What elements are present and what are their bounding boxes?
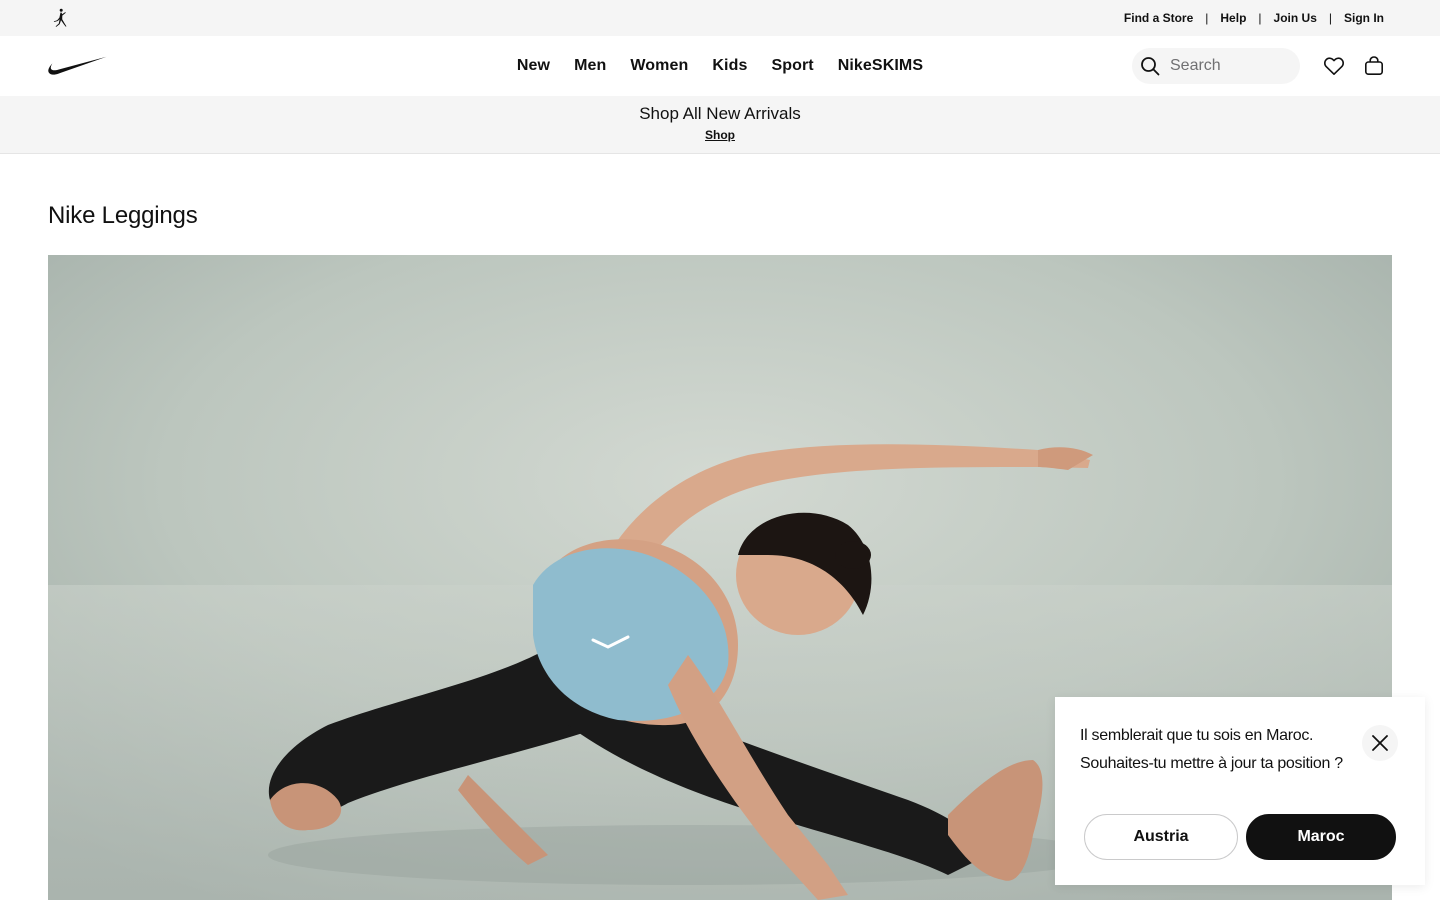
nav-kids[interactable]: Kids bbox=[712, 57, 747, 75]
find-a-store-link[interactable]: Find a Store bbox=[1124, 11, 1193, 25]
promo-banner: Shop All New Arrivals Shop bbox=[0, 96, 1440, 154]
bag-icon[interactable] bbox=[1362, 54, 1386, 78]
nav-women[interactable]: Women bbox=[630, 57, 688, 75]
promo-title: Shop All New Arrivals bbox=[639, 104, 801, 123]
utility-bar: Find a Store | Help | Join Us | Sign In bbox=[0, 0, 1440, 36]
location-message: Il semblerait que tu sois en Maroc. Souh… bbox=[1080, 727, 1343, 772]
nav-sport[interactable]: Sport bbox=[771, 57, 813, 75]
search-input[interactable] bbox=[1168, 48, 1288, 84]
austria-button[interactable]: Austria bbox=[1084, 814, 1238, 860]
separator: | bbox=[1205, 11, 1209, 25]
maroc-button[interactable]: Maroc bbox=[1246, 814, 1396, 860]
page-title: Nike Leggings bbox=[48, 202, 198, 229]
nike-swoosh-icon[interactable] bbox=[46, 54, 108, 78]
nav-new[interactable]: New bbox=[517, 57, 550, 75]
close-icon[interactable] bbox=[1362, 725, 1398, 761]
heart-icon[interactable] bbox=[1322, 54, 1346, 78]
main-header: New Men Women Kids Sport NikeSKIMS bbox=[0, 36, 1440, 96]
utility-links: Find a Store | Help | Join Us | Sign In bbox=[1124, 0, 1384, 36]
separator: | bbox=[1328, 11, 1332, 25]
help-link[interactable]: Help bbox=[1220, 11, 1246, 25]
sign-in-link[interactable]: Sign In bbox=[1344, 11, 1384, 25]
location-popup: Il semblerait que tu sois en Maroc. Souh… bbox=[1055, 697, 1425, 885]
nav-nikeskims[interactable]: NikeSKIMS bbox=[838, 57, 923, 75]
promo-shop-link[interactable]: Shop bbox=[705, 128, 735, 142]
search-box[interactable] bbox=[1132, 48, 1300, 84]
join-us-link[interactable]: Join Us bbox=[1274, 11, 1317, 25]
separator: | bbox=[1258, 11, 1262, 25]
search-icon[interactable] bbox=[1132, 48, 1168, 84]
jordan-jumpman-icon[interactable] bbox=[48, 6, 72, 30]
nav-men[interactable]: Men bbox=[574, 57, 606, 75]
